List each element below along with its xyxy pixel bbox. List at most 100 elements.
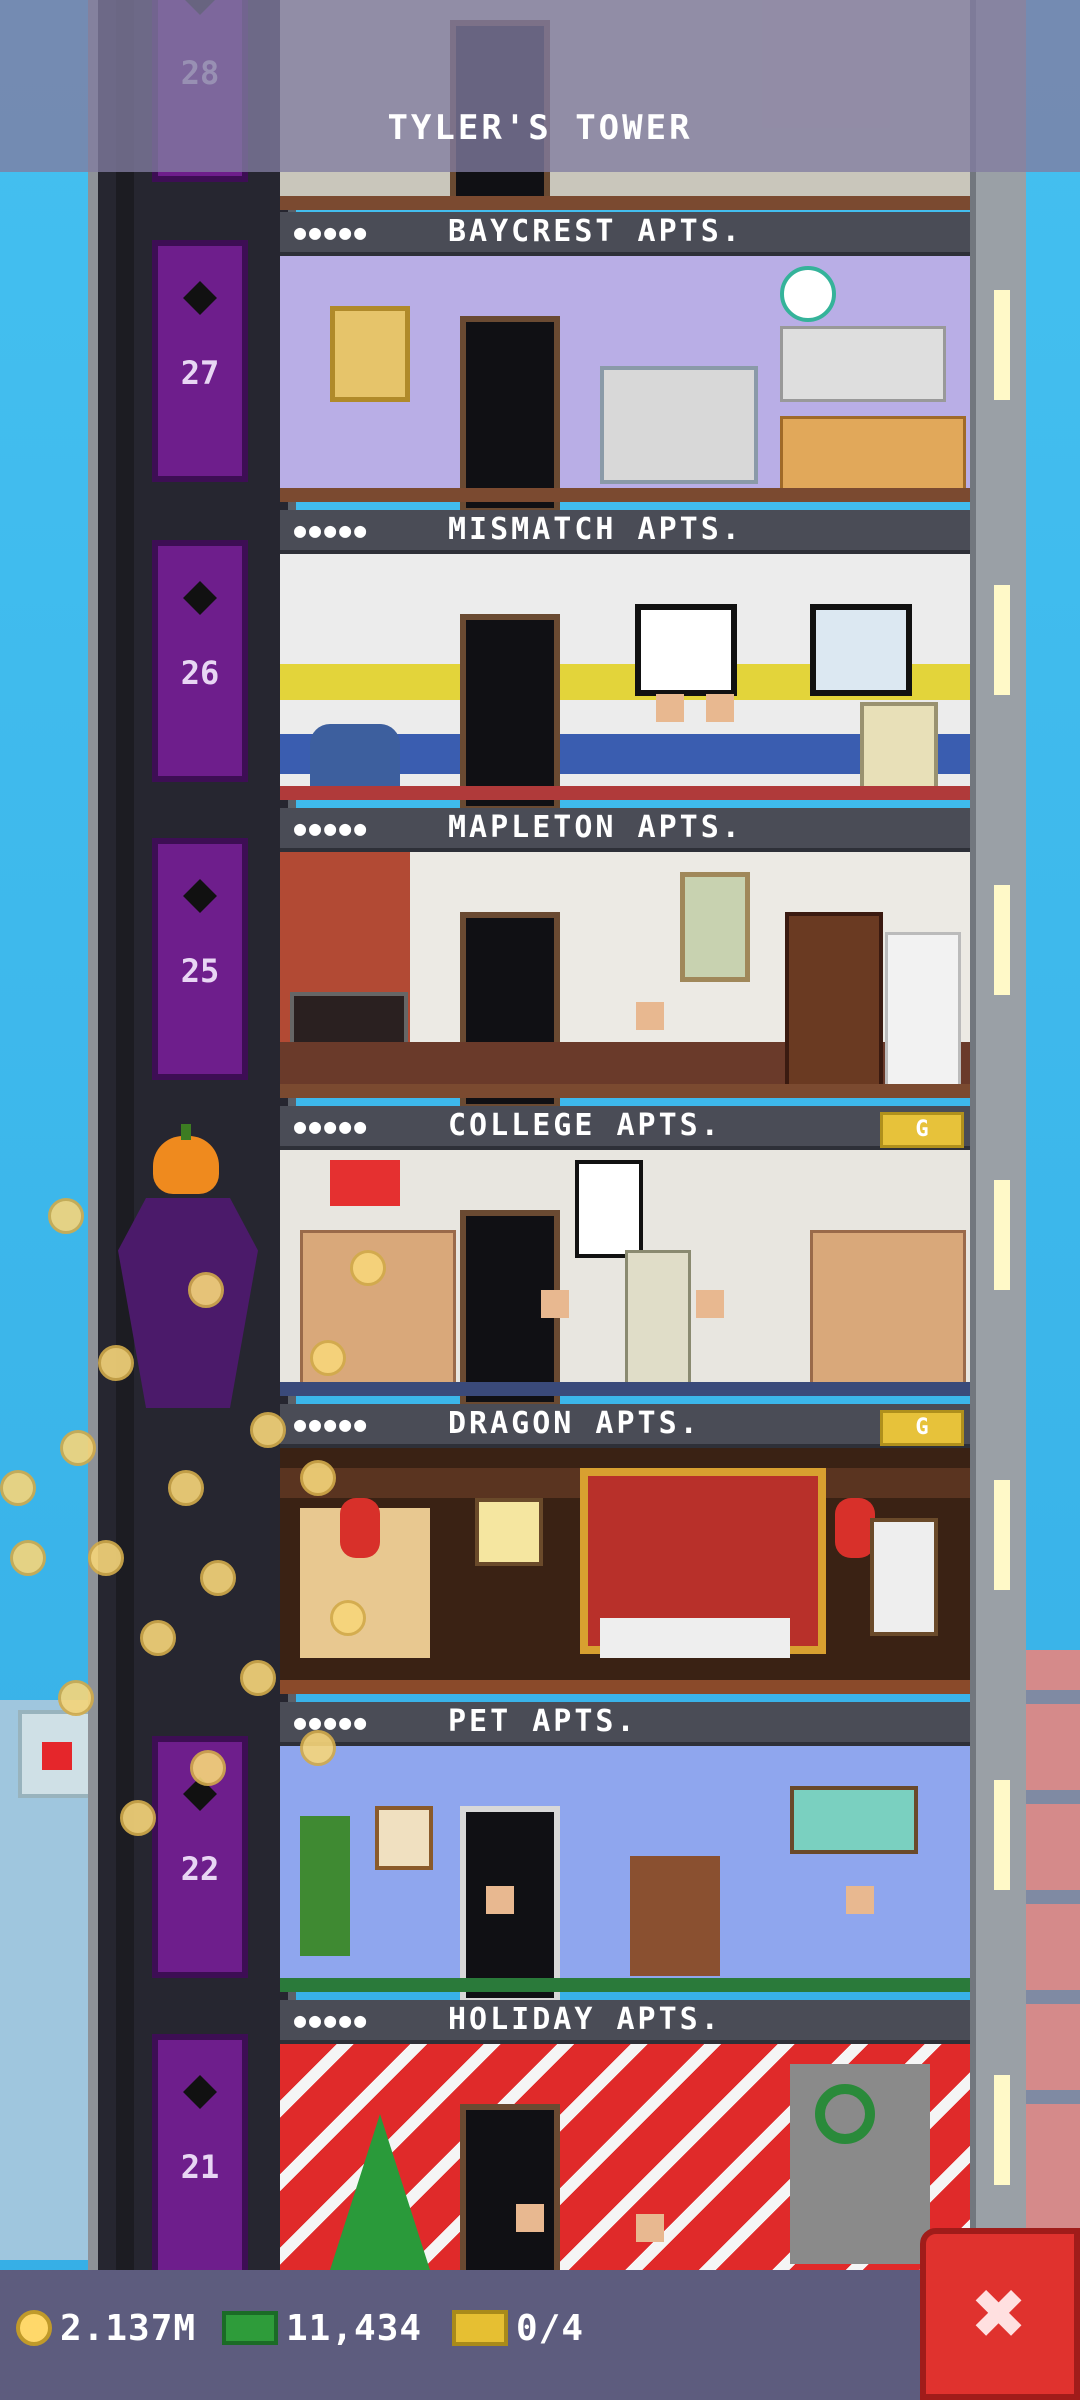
status-bar: 2.137M 11,434 0/4: [0, 2270, 1080, 2400]
floor-baycrest[interactable]: ●●●●● BAYCREST APTS.: [280, 212, 970, 510]
resident[interactable]: [480, 1886, 520, 1976]
floor-label-bar: ●●●●● MAPLETON APTS.: [280, 808, 970, 852]
residents-indicator: ●●●●●: [294, 1114, 370, 1138]
elevator-floor-number: 26: [180, 654, 220, 692]
clock-icon: [780, 266, 836, 322]
floor-line: [280, 488, 970, 502]
floor-pet[interactable]: ●●●●● PET APTS.: [280, 1702, 970, 2000]
floor-mismatch[interactable]: ●●●●● MISMATCH APTS.: [280, 510, 970, 808]
elevator-floor-number: 27: [180, 354, 220, 392]
coin-icon: [300, 1460, 336, 1496]
floor-line: [280, 1382, 970, 1396]
lamp-icon: [994, 1180, 1010, 1290]
coin-icon: [188, 1272, 224, 1308]
elevator-car[interactable]: 27: [152, 240, 248, 482]
city-building-left: [0, 1700, 96, 2260]
tickets-stat[interactable]: 0/4: [452, 2298, 584, 2358]
computer: [625, 1250, 691, 1386]
building-stripe: [1018, 1790, 1080, 1804]
floor-line: [280, 786, 970, 800]
coin-icon: [330, 1600, 366, 1636]
floor-label-bar: ●●●●● DRAGON APTS. G: [280, 1404, 970, 1448]
floor-holiday[interactable]: ●●●●● HOLIDAY APTS.: [280, 2000, 970, 2270]
floor-label-bar: ●●●●● BAYCREST APTS.: [280, 212, 970, 256]
residents-indicator: ●●●●●: [294, 1412, 370, 1436]
cat-tree: [630, 1856, 720, 1976]
floor-label-bar: ●●●●● PET APTS.: [280, 1702, 970, 1746]
lamp-icon: [994, 885, 1010, 995]
painting: [330, 306, 410, 402]
bookshelf: [785, 912, 883, 1090]
lamp-icon: [994, 2075, 1010, 2185]
floor-line: [280, 196, 970, 210]
coin-icon: [58, 1680, 94, 1716]
golden-ticket-badge[interactable]: G: [880, 1112, 964, 1148]
residents-indicator: ●●●●●: [294, 518, 370, 542]
residents-indicator: ●●●●●: [294, 1710, 370, 1734]
residents-indicator: ●●●●●: [294, 220, 370, 244]
resident[interactable]: [510, 2204, 550, 2270]
floor-dragon[interactable]: ●●●●● DRAGON APTS. G: [280, 1404, 970, 1702]
fries-billboard: [18, 1710, 96, 1798]
floor-room: [280, 1746, 970, 2000]
wreath-icon: [815, 2084, 875, 2144]
scroll: [870, 1518, 938, 1636]
christmas-tree: [330, 2114, 430, 2270]
tower-title: TYLER'S TOWER: [387, 108, 693, 148]
pennant: [330, 1160, 400, 1206]
resident[interactable]: [630, 2214, 670, 2270]
coin-icon: [190, 1750, 226, 1786]
floor-name: BAYCREST APTS.: [448, 214, 743, 249]
coin-icon: [60, 1430, 96, 1466]
coin-icon: [88, 1540, 124, 1576]
window: [810, 604, 912, 696]
bux-stat[interactable]: 11,434: [222, 2298, 422, 2358]
aquarium: [790, 1786, 918, 1854]
floor-line: [280, 1680, 970, 1694]
resident[interactable]: [840, 1886, 880, 1976]
floor-name: DRAGON APTS.: [448, 1406, 701, 1441]
elevator-car[interactable]: 21: [152, 2034, 248, 2276]
bunk-bed: [810, 1230, 966, 1386]
coins-stat[interactable]: 2.137M: [16, 2298, 196, 2358]
resident[interactable]: [630, 1002, 670, 1092]
lamp-icon: [994, 290, 1010, 400]
bat-icon: [183, 281, 217, 315]
plant: [300, 1816, 350, 1956]
floor-line: [280, 1978, 970, 1992]
floor-label-bar: ●●●●● MISMATCH APTS.: [280, 510, 970, 554]
painting: [680, 872, 750, 982]
bed: [600, 1618, 790, 1658]
coin-icon: [16, 2310, 52, 2346]
floor-college[interactable]: ●●●●● COLLEGE APTS. G: [280, 1106, 970, 1404]
building-stripe: [1018, 2090, 1080, 2104]
elevator-car[interactable]: 26: [152, 540, 248, 782]
coin-icon: [98, 1345, 134, 1381]
floor-mapleton[interactable]: ●●●●● MAPLETON APTS.: [280, 808, 970, 1106]
resident[interactable]: [650, 694, 690, 784]
poster: [575, 1160, 643, 1258]
lamp-icon: [475, 1498, 543, 1566]
lamp-icon: [994, 1480, 1010, 1590]
building-stripe: [1018, 1690, 1080, 1704]
floor-label-bar: ●●●●● COLLEGE APTS. G: [280, 1106, 970, 1150]
armchair: [310, 724, 400, 794]
floor-name: PET APTS.: [448, 1704, 638, 1739]
shelf: [600, 366, 758, 484]
tower-header: TYLER'S TOWER: [0, 0, 1080, 172]
close-icon: ✖: [972, 2261, 1028, 2366]
resident[interactable]: [535, 1290, 575, 1380]
elevator-car[interactable]: 25: [152, 838, 248, 1080]
elevator-shaft[interactable]: 28 27 26 25 22 21: [88, 0, 296, 2276]
floor-room: [280, 554, 970, 808]
resident[interactable]: [690, 1290, 730, 1380]
close-button[interactable]: ✖: [920, 2228, 1080, 2400]
coin-icon: [168, 1470, 204, 1506]
golden-ticket-badge[interactable]: G: [880, 1410, 964, 1446]
coins-value: 2.137M: [60, 2307, 197, 2349]
bat-icon: [183, 581, 217, 615]
elevator-floor-number: 25: [180, 952, 220, 990]
resident[interactable]: [700, 694, 740, 784]
coin-icon: [250, 1412, 286, 1448]
elevator-floor-number: 22: [180, 1850, 220, 1888]
